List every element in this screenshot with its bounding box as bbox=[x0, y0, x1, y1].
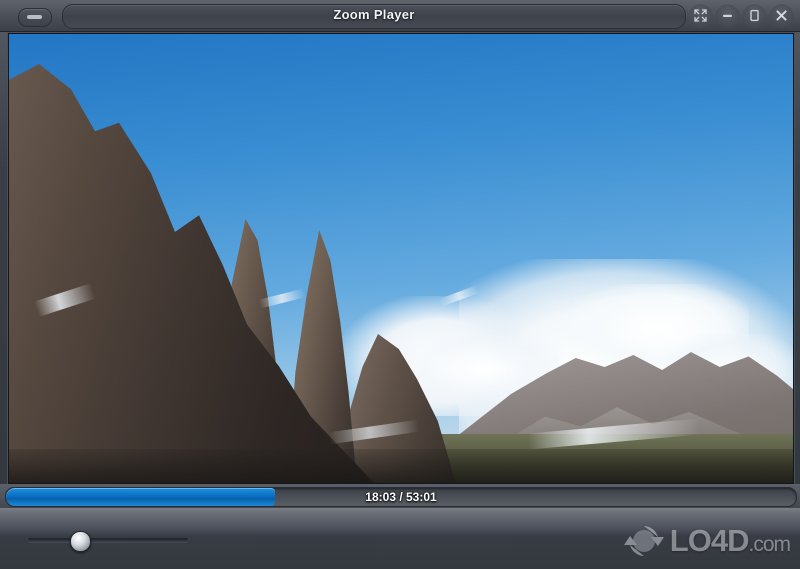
seek-slider[interactable]: 18:03 / 53:01 bbox=[5, 487, 797, 507]
volume-slider[interactable] bbox=[28, 531, 188, 552]
minimize-button[interactable] bbox=[715, 3, 740, 28]
seek-bar-area: 18:03 / 53:01 bbox=[0, 484, 800, 508]
window-controls bbox=[688, 3, 794, 28]
video-display[interactable] bbox=[8, 33, 794, 484]
maximize-button[interactable] bbox=[742, 3, 767, 28]
control-bar: LO4D.com bbox=[0, 508, 800, 569]
title-bar: Zoom Player bbox=[0, 0, 800, 32]
volume-knob[interactable] bbox=[70, 531, 92, 552]
close-button[interactable] bbox=[769, 3, 794, 28]
watermark: LO4D.com bbox=[623, 521, 791, 561]
window-menu-button[interactable] bbox=[18, 8, 52, 27]
foreground-shadow bbox=[9, 449, 793, 483]
zoom-player-window: Zoom Player 18:03 / 53:01 LO4D.com bbox=[0, 0, 800, 569]
fullscreen-button[interactable] bbox=[688, 3, 713, 28]
page-title: Zoom Player bbox=[333, 7, 415, 22]
video-frame-image bbox=[9, 34, 793, 483]
time-display: 18:03 / 53:01 bbox=[365, 490, 437, 504]
volume-track bbox=[28, 538, 188, 542]
title-plate: Zoom Player bbox=[62, 4, 686, 29]
watermark-text: LO4D.com bbox=[669, 523, 791, 558]
refresh-circle-logo bbox=[623, 521, 664, 561]
